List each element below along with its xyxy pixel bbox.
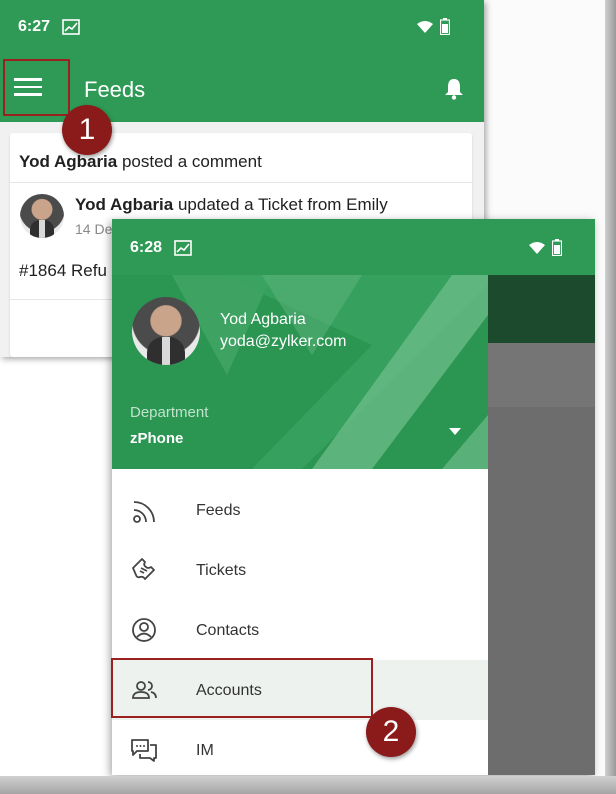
status-bar: 6:27 (0, 0, 484, 54)
feed-action: updated a Ticket from Emily (173, 195, 388, 214)
status-time: 6:27 (18, 18, 51, 35)
highlight-box-menu (3, 59, 70, 116)
profile-avatar[interactable] (132, 297, 200, 365)
status-time: 6:28 (130, 239, 163, 256)
page-edge-shadow (605, 0, 616, 794)
drawer-scrim[interactable] (488, 275, 595, 775)
drawer-header: Yod Agbaria yoda@zylker.com Department z… (112, 275, 488, 469)
profile-email: yoda@zylker.com (220, 333, 347, 350)
divider (10, 182, 472, 183)
gallery-notification-icon (62, 19, 80, 35)
wifi-icon (417, 21, 433, 33)
bell-icon[interactable] (444, 78, 464, 100)
step-badge-1: 1 (62, 105, 112, 155)
step-badge-2: 2 (366, 707, 416, 757)
feed-author: Yod Agbaria (75, 195, 174, 214)
status-bar: 6:28 (112, 219, 595, 275)
avatar (20, 194, 64, 238)
feed-item-ticket: Yod Agbaria updated a Ticket from Emily (75, 195, 388, 215)
feed-action: posted a comment (117, 152, 262, 171)
page-bottom-shadow (0, 776, 616, 794)
department-label: Department (130, 404, 209, 421)
menu-item-contacts[interactable]: Contacts (112, 600, 488, 660)
profile-name: Yod Agbaria (220, 311, 306, 328)
feed-author: Yod Agbaria (19, 152, 118, 171)
menu-label: Contacts (196, 622, 260, 639)
menu-label: IM (196, 742, 214, 759)
feed-date: 14 De (75, 221, 113, 237)
chat-icon (131, 739, 157, 762)
wifi-icon (529, 242, 545, 254)
gallery-notification-icon (174, 240, 192, 256)
department-value[interactable]: zPhone (130, 430, 183, 447)
menu-item-tickets[interactable]: Tickets (112, 540, 488, 600)
page-title: Feeds (84, 77, 146, 102)
feed-item-comment: Yod Agbaria posted a comment (19, 152, 262, 172)
battery-icon (440, 18, 450, 35)
dropdown-arrow-icon[interactable] (449, 428, 461, 436)
menu-item-im[interactable]: IM (112, 720, 488, 775)
menu-label: Tickets (196, 562, 247, 579)
feed-ticket-text: #1864 Refu (19, 261, 107, 280)
rss-feed-icon (133, 501, 155, 523)
menu-label: Feeds (196, 502, 241, 519)
menu-item-feeds[interactable]: Feeds (112, 480, 488, 540)
battery-icon (552, 239, 562, 256)
contact-circle-icon (132, 618, 156, 642)
highlight-box-accounts (111, 658, 373, 718)
ticket-icon (132, 558, 155, 580)
